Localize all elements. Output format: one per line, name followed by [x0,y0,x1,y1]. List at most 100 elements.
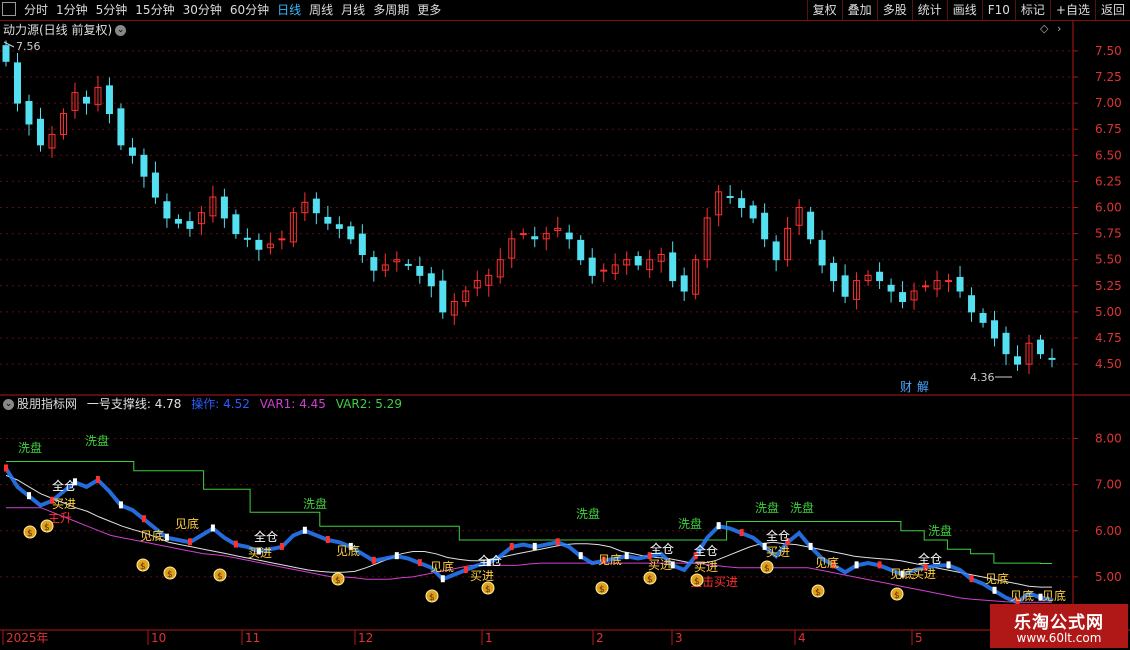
indicator-bar [624,552,629,560]
candle-body [1002,332,1010,355]
indicator-bar [946,561,951,569]
y-tick-label: 5.00 [1095,305,1122,319]
y-tick-label: 4.75 [1095,331,1122,345]
candle-body [807,211,815,240]
y-tick-label: 6.50 [1095,148,1122,162]
candle-body [979,312,987,323]
series-line-VAR2 [6,461,1052,564]
signal-label: 全仓 [52,478,76,493]
candle-body [347,226,355,240]
y-tick-label: 5.00 [1095,570,1122,584]
money-bag-symbol: $ [647,575,653,585]
candle-body [841,275,849,297]
indicator-bar [371,556,376,564]
chart-canvas[interactable]: 4.50 4.75 5.00 5.25 5.50 5.75 6.00 6.25 6.50 6.75… [0,0,1130,650]
indicator-bar [854,561,859,569]
candle-body [163,201,171,219]
candle-body [669,252,677,282]
candle-body [82,96,90,104]
candle-body [726,196,734,199]
candle-body [956,276,964,292]
indicator-bar [164,533,169,541]
candle-body [761,212,769,240]
candle-body [887,284,895,292]
candle-body [738,198,746,208]
signal-label: 洗盘 [576,506,600,521]
site-logo: 乐淘公式网 www.60lt.com [990,604,1128,648]
indicator-bar [992,586,997,594]
candle-body [876,271,884,282]
explain-tag: 解 [917,380,929,394]
candle-body [818,239,826,266]
signal-label: 见底 [336,543,360,558]
signal-label: 买进 [648,558,672,572]
candle-body [25,101,33,125]
x-tick-label: 12 [358,631,373,645]
signal-label: 见底 [1042,588,1066,603]
x-tick-label: 10 [151,631,166,645]
x-tick-label: 2 [596,631,604,645]
x-tick-label: 4 [798,631,806,645]
y-tick-label: 8.00 [1095,431,1122,445]
candle-body [1037,339,1045,355]
y-tick-label: 6.00 [1095,201,1122,215]
indicator-bar [555,538,560,546]
signal-label: 见底 [430,559,454,574]
candle-body [427,273,435,287]
indicator-bar [95,476,100,483]
low-label: 4.36 [970,371,995,384]
indicator-bar [509,542,514,550]
signal-label: 见底 [815,555,839,570]
signal-label: 买进 [766,545,790,559]
indicator-bar [210,524,215,532]
candle-body [151,172,159,198]
money-bag-symbol: $ [694,577,700,587]
signal-label: 全仓 [694,543,718,558]
signal-label: 洗盘 [18,440,42,455]
finance-tag: 财 [900,380,912,394]
candle-body [220,196,228,219]
indicator-bar [739,529,744,537]
signal-label: 洗盘 [755,500,779,515]
indicator-bar [118,501,123,509]
candle-body [416,265,424,276]
money-bag-symbol: $ [599,585,605,595]
money-bag-symbol: $ [485,585,491,595]
signal-label: 洗盘 [790,500,814,515]
candle-body [312,198,320,214]
candle-body [140,154,148,177]
money-bag-symbol: $ [217,572,223,582]
indicator-bar [716,522,721,530]
money-bag-symbol: $ [764,564,770,574]
candle-body [772,241,780,261]
indicator-bar [141,515,146,523]
signal-label: 全仓 [254,529,278,544]
candle-body [117,108,125,146]
candle-body [36,118,44,146]
signal-label: 全仓 [766,528,790,543]
signal-label: 见底 [985,571,1009,586]
indicator-bar [325,536,330,543]
x-tick-label: 1 [485,631,493,645]
y-tick-label: 6.00 [1095,524,1122,538]
candle-body [128,147,136,156]
signal-label: 洗盘 [678,516,702,531]
indicator-bar [4,464,8,472]
candle-body [404,263,412,266]
indicator-bar [26,492,31,500]
signal-label: 洗盘 [85,433,109,448]
money-bag-symbol: $ [815,588,821,598]
candle-body [243,237,251,240]
indicator-bar [440,575,445,583]
money-bag-symbol: $ [167,570,173,580]
money-bag-symbol: $ [140,562,146,572]
y-tick-label: 4.50 [1095,357,1122,371]
candle-body [588,257,596,276]
candle-body [255,239,263,250]
candle-body [13,62,21,104]
y-tick-label: 7.00 [1095,478,1122,492]
indicator-bar [969,575,974,583]
signal-label: 买进 [694,560,718,574]
candle-body [991,320,999,339]
indicator-bar [532,542,537,550]
